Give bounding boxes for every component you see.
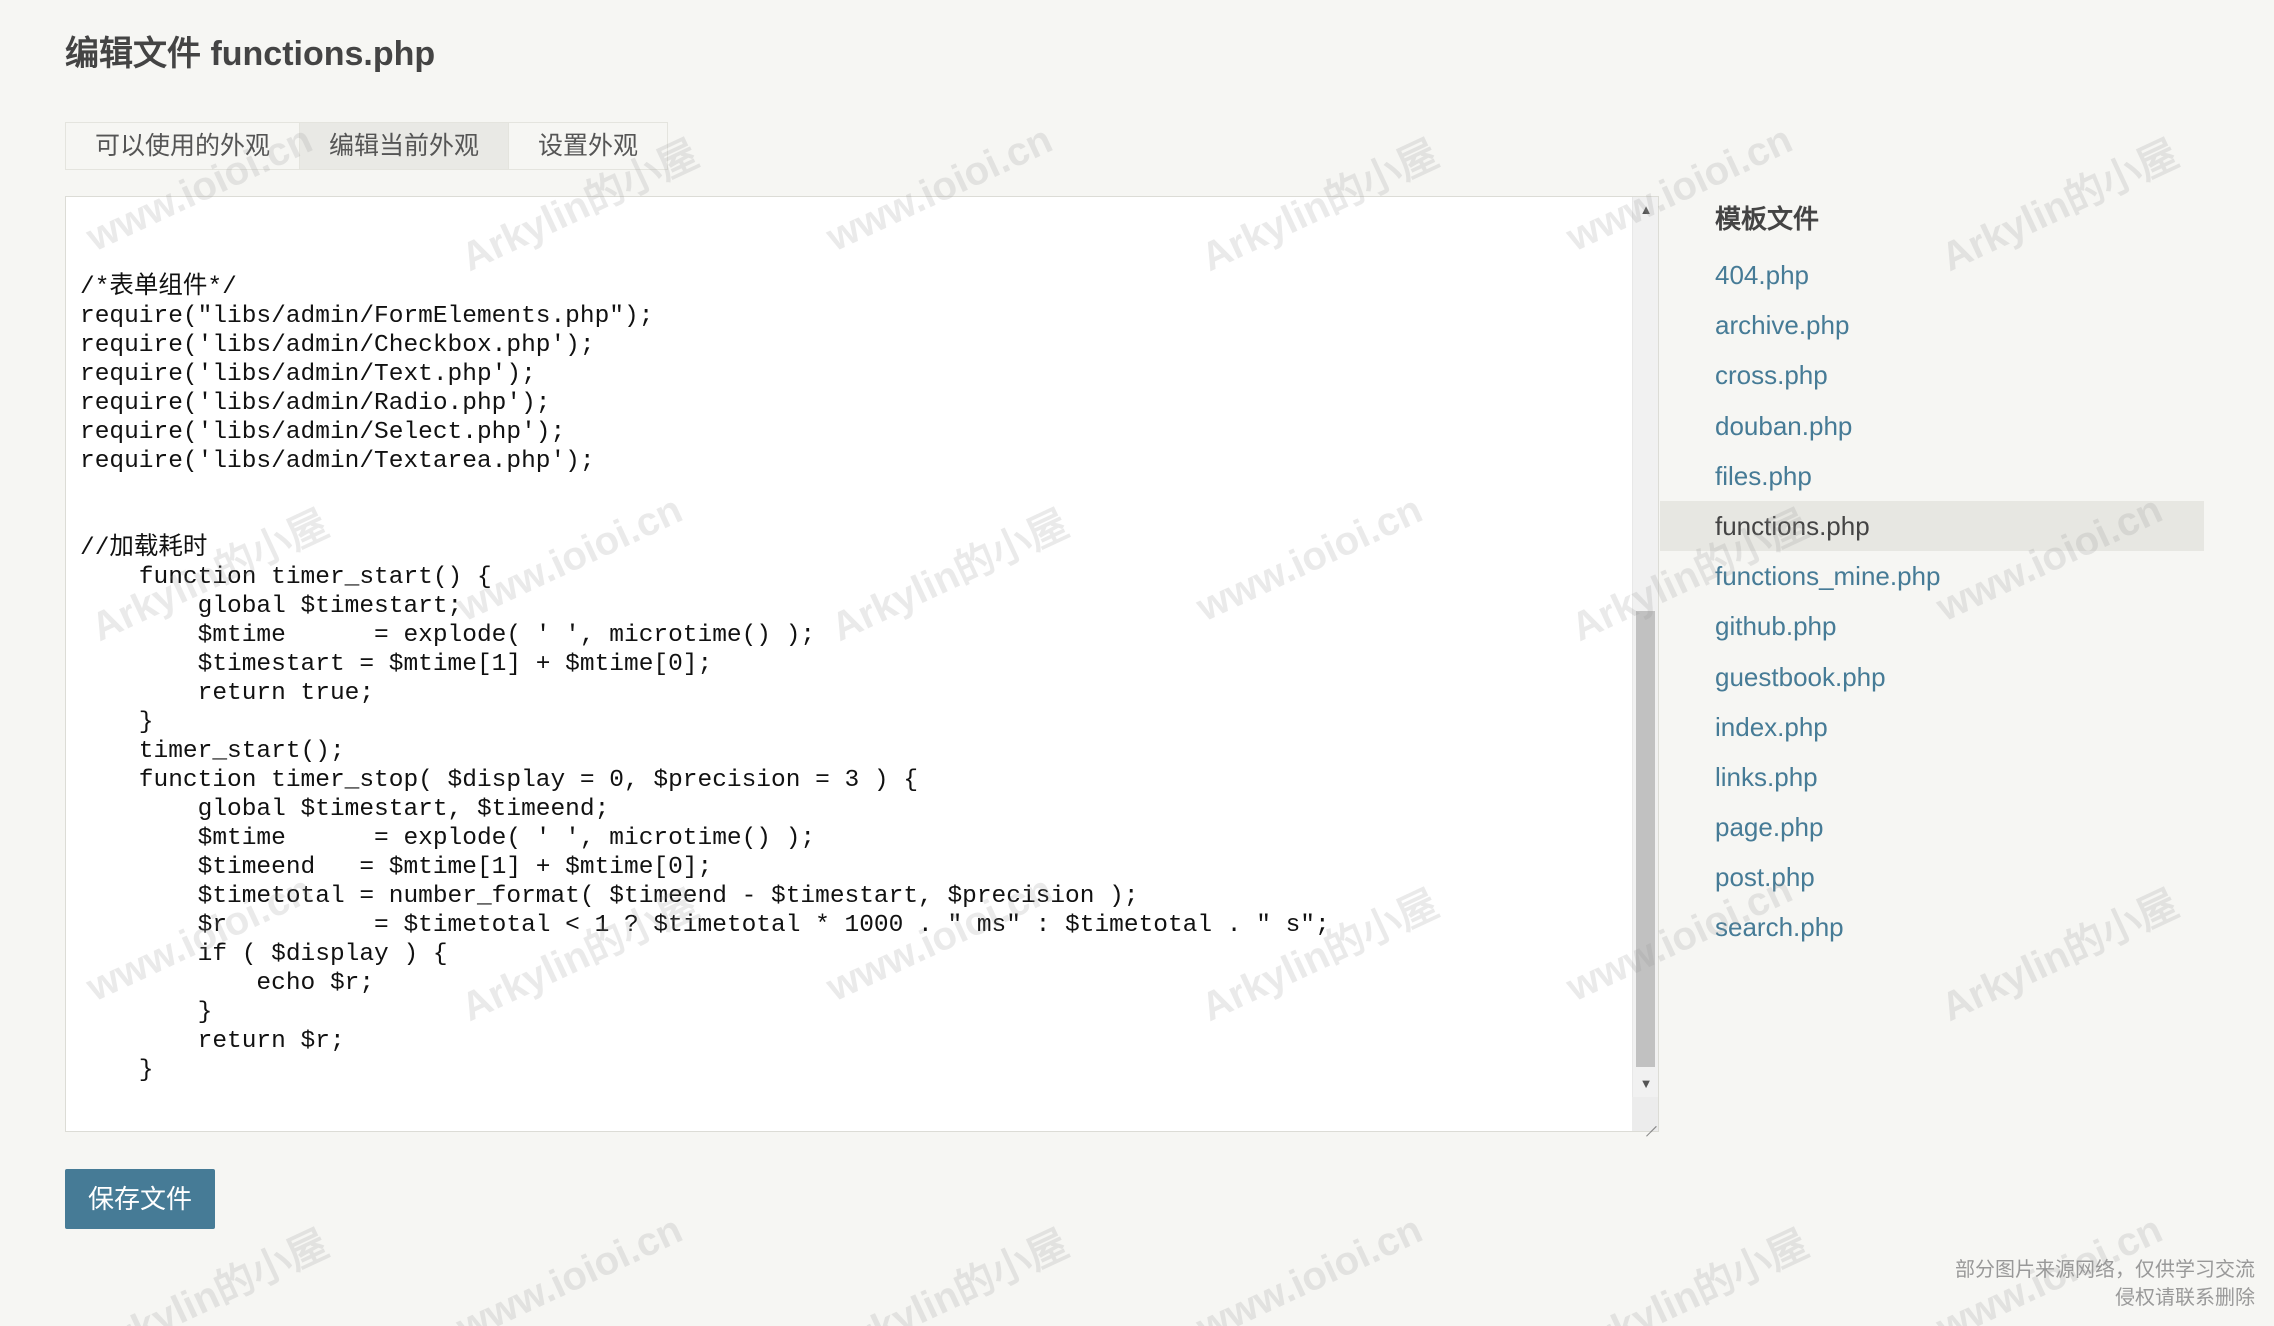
save-file-button[interactable]: 保存文件 — [65, 1169, 215, 1229]
watermark-text: Arkylin的小屋 — [824, 1221, 1075, 1326]
scroll-thumb[interactable] — [1636, 611, 1655, 1067]
file-item-cross[interactable]: cross.php — [1660, 350, 2204, 400]
file-item-files[interactable]: files.php — [1660, 451, 2204, 501]
code-editor-container: /*表单组件*/ require("libs/admin/FormElement… — [65, 196, 1659, 1132]
file-item-github[interactable]: github.php — [1660, 601, 2204, 651]
watermark-text: Arkylin的小屋 — [1564, 1221, 1815, 1326]
tab-available-themes[interactable]: 可以使用的外观 — [66, 123, 301, 169]
file-item-functions[interactable]: functions.php — [1660, 500, 2204, 552]
file-item-post[interactable]: post.php — [1660, 852, 2204, 902]
copyright-line: 侵权请联系删除 — [2115, 1287, 2255, 1309]
watermark-text: Arkylin的小屋 — [84, 1221, 335, 1326]
page-title: 编辑文件 functions.php — [65, 35, 436, 73]
file-item-links[interactable]: links.php — [1660, 752, 2204, 802]
copyright-line: 部分图片来源网络，仅供学习交流 — [1955, 1259, 2255, 1281]
file-item-search[interactable]: search.php — [1660, 902, 2204, 952]
sidebar-title: 模板文件 — [1715, 204, 1820, 234]
watermark-text: www.ioioi.cn — [1190, 1207, 1429, 1326]
code-editor[interactable]: /*表单组件*/ require("libs/admin/FormElement… — [66, 197, 1632, 1131]
resize-grip-icon[interactable] — [1632, 1097, 1658, 1131]
tab-theme-settings[interactable]: 设置外观 — [509, 123, 667, 169]
theme-tabs: 可以使用的外观 编辑当前外观 设置外观 — [65, 122, 669, 170]
file-item-page[interactable]: page.php — [1660, 802, 2204, 852]
file-item-douban[interactable]: douban.php — [1660, 401, 2204, 451]
editor-scrollbar[interactable]: ▲ ▼ — [1632, 197, 1658, 1131]
template-file-list: 404.php archive.php cross.php douban.php… — [1660, 250, 2204, 953]
watermark-text: www.ioioi.cn — [450, 1207, 689, 1326]
tab-edit-current-theme[interactable]: 编辑当前外观 — [300, 123, 510, 169]
copyright-notice: 部分图片来源网络，仅供学习交流 侵权请联系删除 — [1955, 1256, 2255, 1312]
file-item-index[interactable]: index.php — [1660, 702, 2204, 752]
file-item-guestbook[interactable]: guestbook.php — [1660, 652, 2204, 702]
file-item-archive[interactable]: archive.php — [1660, 300, 2204, 350]
scroll-down-icon[interactable]: ▼ — [1633, 1073, 1659, 1095]
file-item-functions-mine[interactable]: functions_mine.php — [1660, 551, 2204, 601]
file-item-404[interactable]: 404.php — [1660, 250, 2204, 300]
scroll-up-icon[interactable]: ▲ — [1633, 199, 1659, 221]
